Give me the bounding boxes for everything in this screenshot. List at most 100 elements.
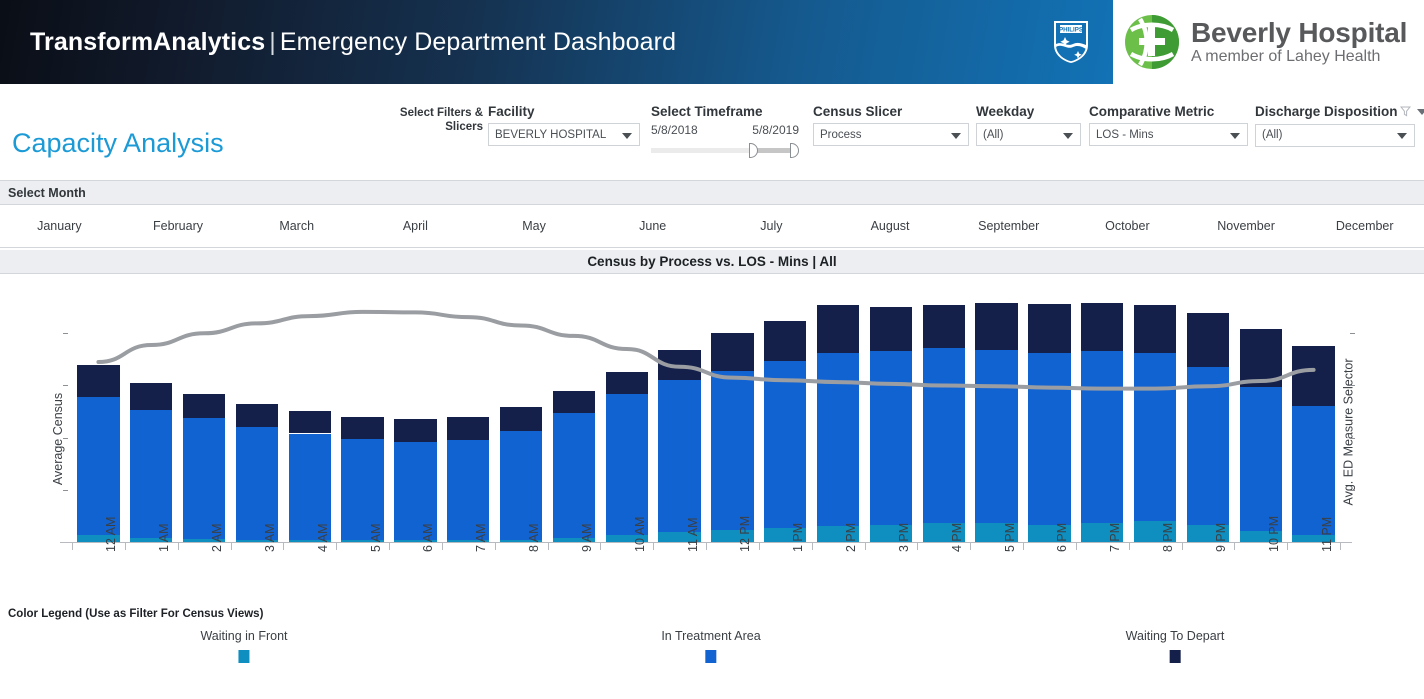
census-slicer-select[interactable]: Process [813,123,969,146]
month-cell-june[interactable]: June [593,219,712,233]
month-cell-november[interactable]: November [1187,219,1306,233]
census-bar[interactable] [1186,312,1230,542]
y-axis-right-tick-mark [1350,385,1355,387]
bar-segment-in-treatment-area[interactable] [711,370,754,530]
census-bar[interactable] [499,406,543,542]
month-cell-september[interactable]: September [949,219,1068,233]
census-bar[interactable] [130,382,173,542]
bar-segment-waiting-to-depart[interactable] [77,364,120,398]
bar-segment-in-treatment-area[interactable] [975,350,1018,524]
month-cell-august[interactable]: August [831,219,950,233]
legend-item[interactable]: Waiting in Front [200,629,288,663]
bar-segment-waiting-to-depart[interactable] [1239,329,1282,387]
bar-segment-waiting-to-depart[interactable] [552,391,596,413]
bar-segment-waiting-to-depart[interactable] [499,406,543,432]
discharge-disposition-label: Discharge Disposition [1255,104,1424,120]
bar-segment-in-treatment-area[interactable] [1292,405,1335,536]
timeframe-slider[interactable] [651,140,799,160]
weekday-select[interactable]: (All) [976,123,1081,146]
legend-item[interactable]: Waiting To Depart [1125,629,1225,663]
bar-segment-in-treatment-area[interactable] [1028,353,1071,525]
bar-segment-waiting-to-depart[interactable] [605,372,648,394]
census-bar[interactable] [711,333,754,542]
bar-segment-waiting-to-depart[interactable] [182,393,226,419]
legend-color-swatch[interactable] [1169,650,1181,663]
bar-segment-in-treatment-area[interactable] [1186,366,1230,525]
bar-segment-waiting-to-depart[interactable] [1028,303,1071,354]
bar-segment-in-treatment-area[interactable] [182,418,226,540]
bar-segment-in-treatment-area[interactable] [816,352,860,526]
bar-segment-waiting-to-depart[interactable] [1292,346,1335,406]
x-axis-tick-label: 2 PM [844,522,859,552]
month-cell-march[interactable]: March [237,219,356,233]
bar-segment-in-treatment-area[interactable] [130,410,173,539]
month-cell-october[interactable]: October [1068,219,1187,233]
bar-segment-in-treatment-area[interactable] [922,348,965,524]
census-bar[interactable] [182,393,226,542]
slider-handle-start[interactable] [749,143,758,158]
bar-segment-waiting-to-depart[interactable] [658,349,701,380]
bar-segment-in-treatment-area[interactable] [1081,351,1124,523]
bar-segment-waiting-to-depart[interactable] [816,305,860,353]
bar-segment-in-treatment-area[interactable] [552,412,596,538]
month-cell-may[interactable]: May [475,219,594,233]
x-axis-tick-mark [758,542,760,550]
month-cell-july[interactable]: July [712,219,831,233]
comparative-metric-select[interactable]: LOS - Mins [1089,123,1248,146]
legend-item-label: Waiting To Depart [1125,629,1225,643]
census-bar[interactable] [1133,305,1177,542]
bar-segment-waiting-to-depart[interactable] [1133,305,1177,354]
census-bar[interactable] [816,305,860,542]
bar-segment-in-treatment-area[interactable] [658,379,701,533]
bar-segment-waiting-to-depart[interactable] [1081,302,1124,352]
bar-segment-waiting-to-depart[interactable] [447,416,490,440]
month-cell-april[interactable]: April [356,219,475,233]
census-bar[interactable] [552,391,596,542]
legend-item[interactable]: In Treatment Area [661,629,761,663]
bar-segment-waiting-to-depart[interactable] [130,382,173,410]
census-bar[interactable] [764,321,807,542]
month-cell-february[interactable]: February [119,219,238,233]
census-bar[interactable] [288,411,331,542]
bar-segment-waiting-to-depart[interactable] [975,303,1018,350]
bar-segment-waiting-to-depart[interactable] [1186,312,1230,367]
bar-segment-waiting-to-depart[interactable] [288,411,331,434]
bar-segment-in-treatment-area[interactable] [77,397,120,536]
bar-segment-waiting-to-depart[interactable] [869,306,913,352]
bar-segment-waiting-to-depart[interactable] [394,419,437,443]
x-axis-tick-label: 12 AM [104,516,119,552]
census-bar[interactable] [975,303,1018,542]
facility-select[interactable]: BEVERLY HOSPITAL [488,123,640,146]
x-axis-tick-label: 3 PM [896,522,911,552]
census-bar[interactable] [1239,329,1282,542]
month-cell-december[interactable]: December [1305,219,1424,233]
census-bar[interactable] [1292,346,1335,542]
census-bar[interactable] [235,404,279,542]
chevron-down-icon[interactable] [1416,109,1424,116]
census-bar[interactable] [869,306,913,542]
bar-segment-in-treatment-area[interactable] [1239,386,1282,531]
filter-funnel-icon[interactable] [1399,105,1411,120]
bar-segment-waiting-to-depart[interactable] [922,305,965,349]
y-axis-tick-mark [63,437,68,439]
bar-segment-in-treatment-area[interactable] [764,360,807,528]
census-bar[interactable] [922,305,965,542]
bar-segment-waiting-to-depart[interactable] [341,416,384,439]
legend-color-swatch[interactable] [238,650,250,663]
bar-segment-in-treatment-area[interactable] [605,393,648,536]
month-cell-january[interactable]: January [0,219,119,233]
slider-handle-end[interactable] [790,143,799,158]
x-axis-tick-label: 7 PM [1108,522,1123,552]
legend-color-swatch[interactable] [705,650,717,663]
bar-segment-waiting-to-depart[interactable] [764,321,807,361]
bar-segment-waiting-to-depart[interactable] [711,333,754,371]
bar-segment-waiting-to-depart[interactable] [235,404,279,428]
census-bar[interactable] [1081,302,1124,542]
census-bar[interactable] [77,364,120,542]
x-axis-tick-mark [811,542,813,550]
bar-segment-in-treatment-area[interactable] [1133,353,1177,521]
census-bar[interactable] [658,349,701,542]
census-bar[interactable] [1028,303,1071,542]
bar-segment-in-treatment-area[interactable] [869,351,913,525]
discharge-disposition-select[interactable]: (All) [1255,123,1415,147]
